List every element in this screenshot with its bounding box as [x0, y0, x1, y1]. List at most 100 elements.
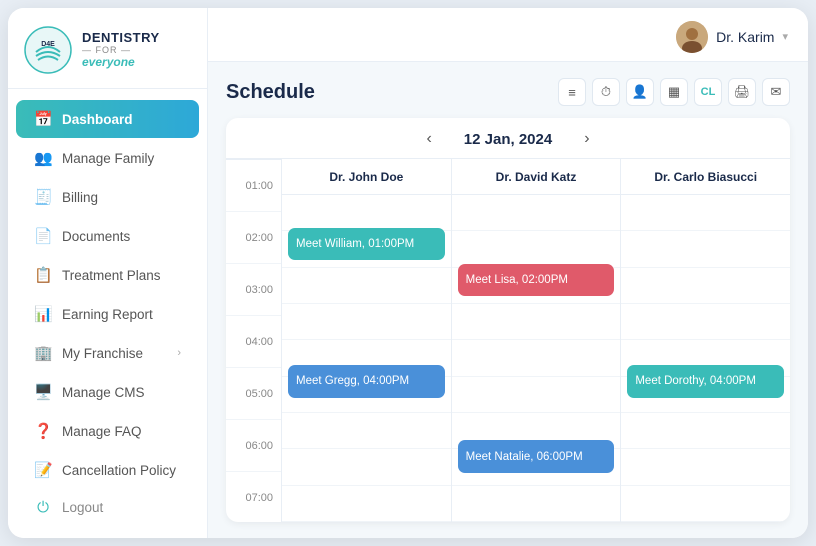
- nav-label-manage-faq: Manage FAQ: [62, 424, 142, 439]
- nav-label-cancellation-policy: Cancellation Policy: [62, 463, 176, 478]
- toolbar-user-btn[interactable]: 👤: [626, 78, 654, 106]
- calendar-nav: ‹ 12 Jan, 2024 ›: [226, 118, 790, 159]
- nav-icon-manage-family: 👥: [34, 149, 52, 167]
- sidebar-logo: D4E DENTISTRY — FOR — everyone: [8, 8, 207, 89]
- sidebar-item-manage-cms[interactable]: 🖥️ Manage CMS: [16, 373, 199, 411]
- time-slot-0300: 03:00: [226, 264, 281, 316]
- avatar: [676, 21, 708, 53]
- nav-icon-cancellation-policy: 📝: [34, 461, 52, 479]
- grid-row-bg: [282, 486, 451, 522]
- nav-icon-treatment-plans: 📋: [34, 266, 52, 284]
- grid-row-bg: [452, 377, 621, 413]
- grid-row-bg: [621, 449, 790, 485]
- doctor-col-john-doe: Meet William, 01:00PM Meet Gregg, 04:00PM: [282, 195, 452, 522]
- toolbar-mail-btn[interactable]: ✉: [762, 78, 790, 106]
- prev-date-button[interactable]: ‹: [418, 128, 439, 150]
- app-container: D4E DENTISTRY — FOR — everyone 📅 Dashboa…: [8, 8, 808, 538]
- logout-label: Logout: [62, 500, 103, 515]
- appointment-apt-2[interactable]: Meet Lisa, 02:00PM: [458, 264, 615, 297]
- doctor-header-david-katz: Dr. David Katz: [452, 159, 622, 194]
- brand-everyone: everyone: [82, 56, 160, 69]
- doctor-col-david-katz: Meet Lisa, 02:00PM Meet Natalie, 06:00PM: [452, 195, 622, 522]
- grid-row-bg: [282, 195, 451, 231]
- grid-row-bg: [452, 195, 621, 231]
- nav-label-treatment-plans: Treatment Plans: [62, 268, 161, 283]
- grid-row-bg: [621, 486, 790, 522]
- sidebar-item-earning-report[interactable]: 📊 Earning Report: [16, 295, 199, 333]
- logo-text: DENTISTRY — FOR — everyone: [82, 31, 160, 68]
- user-name: Dr. Karim: [716, 29, 774, 45]
- time-slot-0400: 04:00: [226, 316, 281, 368]
- sidebar-item-dashboard[interactable]: 📅 Dashboard: [16, 100, 199, 138]
- doctor-header-carlo-biasucci: Dr. Carlo Biasucci: [621, 159, 790, 194]
- doctors-header: Dr. John DoeDr. David KatzDr. Carlo Bias…: [282, 159, 790, 195]
- d4e-logo-icon: D4E: [24, 26, 72, 74]
- main-content: Dr. Karim ▾ Schedule ≡ ⏱ 👤 ▦ CL 🖨 ✉: [208, 8, 808, 538]
- nav-icon-earning-report: 📊: [34, 305, 52, 323]
- nav-icon-my-franchise: 🏢: [34, 344, 52, 362]
- grid-row-bg: [621, 413, 790, 449]
- doctor-col-carlo-biasucci: Meet Dorothy, 04:00PM: [621, 195, 790, 522]
- time-slot-0500: 05:00: [226, 368, 281, 420]
- appointment-apt-1[interactable]: Meet William, 01:00PM: [288, 228, 445, 261]
- grid-row-bg: [452, 231, 621, 267]
- grid-row-bg: [621, 268, 790, 304]
- toolbar-print-btn[interactable]: 🖨: [728, 78, 756, 106]
- schedule-header: Schedule ≡ ⏱ 👤 ▦ CL 🖨 ✉: [226, 78, 790, 106]
- toolbar-cal-btn[interactable]: ▦: [660, 78, 688, 106]
- sidebar-item-manage-family[interactable]: 👥 Manage Family: [16, 139, 199, 177]
- schedule-title: Schedule: [226, 81, 315, 104]
- doctors-area: Dr. John DoeDr. David KatzDr. Carlo Bias…: [282, 159, 790, 522]
- nav-label-earning-report: Earning Report: [62, 307, 153, 322]
- sidebar-item-cancellation-policy[interactable]: 📝 Cancellation Policy: [16, 451, 199, 489]
- current-date: 12 Jan, 2024: [464, 131, 552, 148]
- nav-icon-manage-faq: ❓: [34, 422, 52, 440]
- brand-main: DENTISTRY: [82, 31, 160, 45]
- topbar: Dr. Karim ▾: [208, 8, 808, 62]
- appointment-apt-5[interactable]: Meet Natalie, 06:00PM: [458, 440, 615, 473]
- user-menu[interactable]: Dr. Karim ▾: [676, 21, 788, 53]
- grid-row-bg: [282, 268, 451, 304]
- schedule-grid: 01:0002:0003:0004:0005:0006:0007:0008:00…: [226, 159, 790, 522]
- nav-label-dashboard: Dashboard: [62, 112, 133, 127]
- grid-row-bg: [452, 340, 621, 376]
- grid-row-bg: [452, 304, 621, 340]
- nav-icon-documents: 📄: [34, 227, 52, 245]
- next-date-button[interactable]: ›: [576, 128, 597, 150]
- toolbar-time-btn[interactable]: ⏱: [592, 78, 620, 106]
- nav-label-manage-family: Manage Family: [62, 151, 154, 166]
- user-chevron-icon: ▾: [782, 30, 788, 43]
- sidebar-item-treatment-plans[interactable]: 📋 Treatment Plans: [16, 256, 199, 294]
- sidebar-item-billing[interactable]: 🧾 Billing: [16, 178, 199, 216]
- nav-chevron-my-franchise: ›: [177, 347, 181, 359]
- sidebar-item-documents[interactable]: 📄 Documents: [16, 217, 199, 255]
- sidebar-item-my-franchise[interactable]: 🏢 My Franchise ›: [16, 334, 199, 372]
- toolbar-cl-btn[interactable]: CL: [694, 78, 722, 106]
- time-slot-0700: 07:00: [226, 472, 281, 522]
- nav-label-my-franchise: My Franchise: [62, 346, 143, 361]
- nav-icon-dashboard: 📅: [34, 110, 52, 128]
- grid-row-bg: [621, 195, 790, 231]
- time-slot-0200: 02:00: [226, 212, 281, 264]
- sidebar-nav: 📅 Dashboard 👥 Manage Family 🧾 Billing 📄 …: [8, 89, 207, 489]
- doctors-grid: Meet William, 01:00PM Meet Gregg, 04:00PM…: [282, 195, 790, 522]
- sidebar-item-manage-faq[interactable]: ❓ Manage FAQ: [16, 412, 199, 450]
- nav-icon-manage-cms: 🖥️: [34, 383, 52, 401]
- doctor-header-john-doe: Dr. John Doe: [282, 159, 452, 194]
- time-slots: 01:0002:0003:0004:0005:0006:0007:0008:00…: [226, 160, 281, 522]
- time-column: 01:0002:0003:0004:0005:0006:0007:0008:00…: [226, 159, 282, 522]
- grid-row-bg: [282, 449, 451, 485]
- grid-row-bg: [282, 413, 451, 449]
- grid-row-bg: [621, 231, 790, 267]
- nav-icon-billing: 🧾: [34, 188, 52, 206]
- sidebar: D4E DENTISTRY — FOR — everyone 📅 Dashboa…: [8, 8, 208, 538]
- toolbar-list-btn[interactable]: ≡: [558, 78, 586, 106]
- appointment-apt-4[interactable]: Meet Dorothy, 04:00PM: [627, 365, 784, 398]
- time-slot-0100: 01:00: [226, 160, 281, 212]
- time-slot-0600: 06:00: [226, 420, 281, 472]
- appointment-apt-3[interactable]: Meet Gregg, 04:00PM: [288, 365, 445, 398]
- nav-label-manage-cms: Manage CMS: [62, 385, 145, 400]
- nav-label-documents: Documents: [62, 229, 130, 244]
- logout-button[interactable]: ⏻ Logout: [16, 489, 199, 526]
- grid-row-bg: [452, 486, 621, 522]
